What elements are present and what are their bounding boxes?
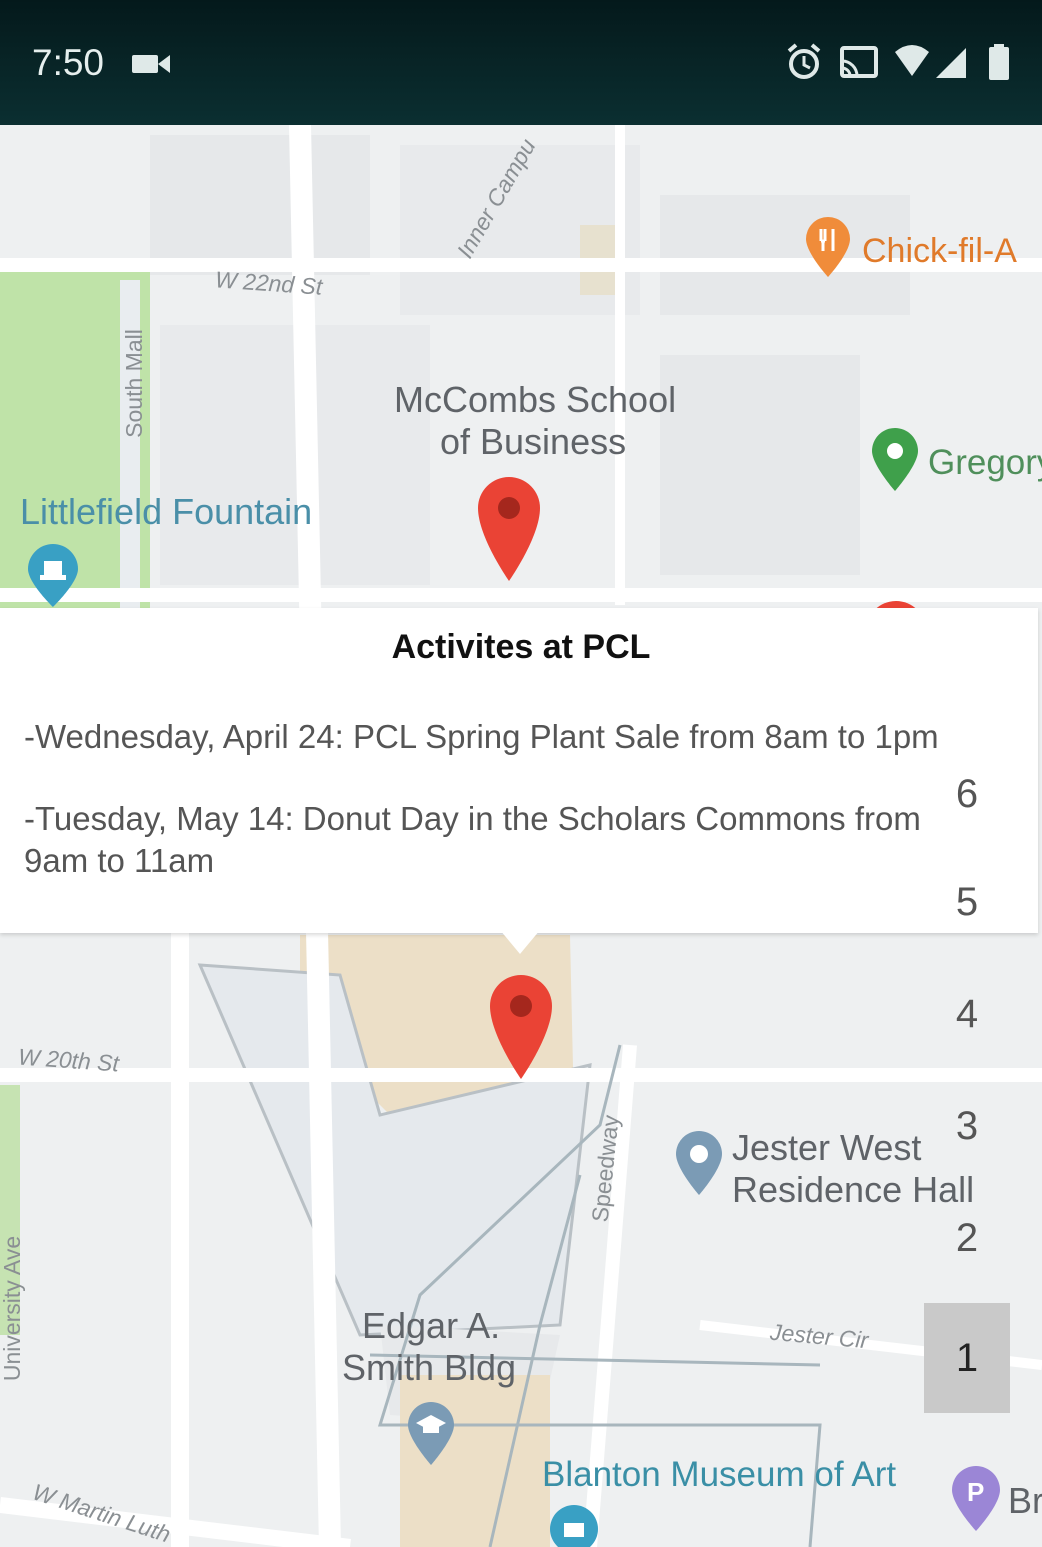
parking-icon[interactable]: P	[950, 1465, 1002, 1533]
floor-button-3[interactable]: 3	[924, 1104, 1010, 1149]
fountain-icon[interactable]	[24, 543, 82, 609]
poi-littlefield[interactable]: Littlefield Fountain	[20, 491, 312, 533]
info-event-1: -Wednesday, April 24: PCL Spring Plant S…	[24, 718, 939, 755]
road-label-south-mall: South Mall	[120, 329, 147, 438]
poi-blanton[interactable]: Blanton Museum of Art	[542, 1455, 896, 1495]
restaurant-icon[interactable]	[804, 217, 852, 279]
floor-button-4[interactable]: 4	[924, 992, 1010, 1037]
poi-mccombs-line1[interactable]: McCombs School	[394, 379, 676, 421]
floor-button-1[interactable]: 1	[924, 1303, 1010, 1413]
poi-mccombs-line2[interactable]: of Business	[440, 421, 626, 463]
event-marker-mccombs[interactable]	[476, 475, 542, 583]
poi-edgar-line2[interactable]: Smith Bldg	[342, 1347, 516, 1389]
poi-chick-fil-a[interactable]: Chick-fil-A	[862, 232, 1017, 271]
floor-button-2[interactable]: 2	[924, 1216, 1010, 1261]
wifi-icon	[895, 45, 929, 76]
poi-jester-line2[interactable]: Residence Hall	[732, 1169, 974, 1211]
museum-icon[interactable]	[548, 1503, 600, 1547]
school-icon[interactable]	[406, 1401, 456, 1467]
residence-pin-icon[interactable]	[674, 1129, 724, 1197]
poi-gregory[interactable]: Gregory	[928, 443, 1042, 483]
info-window[interactable]: Activites at PCL -Wednesday, April 24: P…	[0, 608, 1038, 933]
road-label-university-ave: University Ave	[0, 1235, 26, 1382]
alarm-icon	[787, 43, 821, 79]
poi-edgar-line1[interactable]: Edgar A.	[362, 1305, 500, 1347]
info-window-title: Activites at PCL	[391, 628, 651, 666]
floor-button-6[interactable]: 6	[924, 772, 1010, 817]
status-time: 7:50	[32, 42, 105, 83]
svg-text:P: P	[967, 1477, 984, 1507]
battery-icon	[989, 44, 1009, 80]
green-pin-icon[interactable]	[870, 427, 920, 493]
video-camera-icon	[132, 55, 170, 73]
signal-icon	[936, 48, 966, 78]
status-bar: 7:50	[0, 0, 1042, 125]
poi-br[interactable]: Br	[1008, 1480, 1042, 1522]
info-event-2-line1: -Tuesday, May 14: Donut Day in the Schol…	[24, 800, 921, 837]
poi-jester-line1[interactable]: Jester West	[732, 1127, 921, 1169]
floor-button-5[interactable]: 5	[924, 880, 1010, 925]
event-marker-pcl[interactable]	[488, 973, 554, 1081]
info-window-tail	[500, 930, 540, 954]
info-event-2-line2: 9am to 11am	[24, 842, 215, 879]
cast-icon	[840, 46, 878, 78]
